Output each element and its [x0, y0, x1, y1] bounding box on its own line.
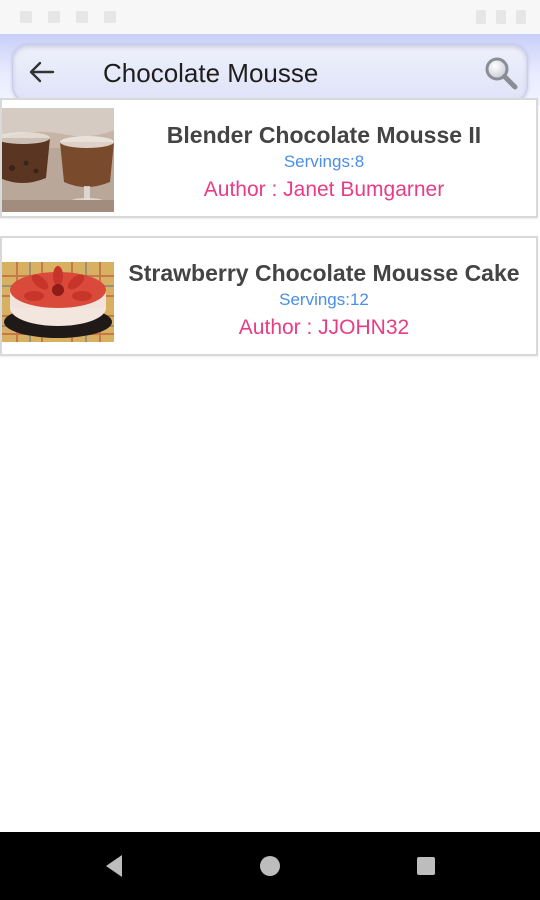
square-recents-icon: [417, 857, 435, 875]
chocolate-mousse-glasses-photo: [2, 108, 114, 212]
back-button[interactable]: [27, 57, 57, 87]
search-button[interactable]: [483, 55, 519, 91]
arrow-left-icon: [29, 61, 55, 83]
nav-back-button[interactable]: [96, 848, 132, 884]
search-bar[interactable]: Chocolate Mousse: [12, 44, 528, 102]
notification-icon: [48, 11, 60, 23]
recipe-thumbnail: [2, 246, 114, 350]
recipe-info: Strawberry Chocolate Mousse Cake Serving…: [116, 238, 532, 340]
notification-icon: [76, 11, 88, 23]
recipe-author: Author : Janet Bumgarner: [203, 178, 445, 201]
nav-home-button[interactable]: [252, 848, 288, 884]
status-system-icons: [476, 10, 526, 24]
status-bar: [0, 0, 540, 34]
magnifier-icon: [485, 57, 518, 90]
recipe-title: Strawberry Chocolate Mousse Cake: [128, 260, 520, 286]
wifi-icon: [476, 10, 486, 24]
search-header: Chocolate Mousse: [0, 34, 540, 106]
signal-icon: [496, 10, 506, 24]
recipe-servings: Servings:8: [283, 152, 365, 171]
recipe-author: Author : JJOHN32: [238, 316, 410, 339]
notification-icon: [104, 11, 116, 23]
strawberry-mousse-cake-photo: [2, 246, 114, 350]
notification-icon: [20, 11, 32, 23]
recipe-card[interactable]: Strawberry Chocolate Mousse Cake Serving…: [0, 236, 538, 356]
search-input[interactable]: Chocolate Mousse: [103, 57, 318, 89]
status-notification-icons: [20, 11, 116, 23]
navigation-bar: [0, 832, 540, 900]
triangle-back-icon: [106, 855, 122, 877]
recipe-card[interactable]: Blender Chocolate Mousse II Servings:8 A…: [0, 98, 538, 218]
recipe-info: Blender Chocolate Mousse II Servings:8 A…: [116, 100, 532, 202]
circle-home-icon: [260, 856, 280, 876]
recipe-title: Blender Chocolate Mousse II: [166, 122, 482, 148]
recipe-servings: Servings:12: [279, 290, 369, 309]
nav-recents-button[interactable]: [408, 848, 444, 884]
battery-icon: [516, 10, 526, 24]
recipe-thumbnail: [2, 108, 114, 212]
